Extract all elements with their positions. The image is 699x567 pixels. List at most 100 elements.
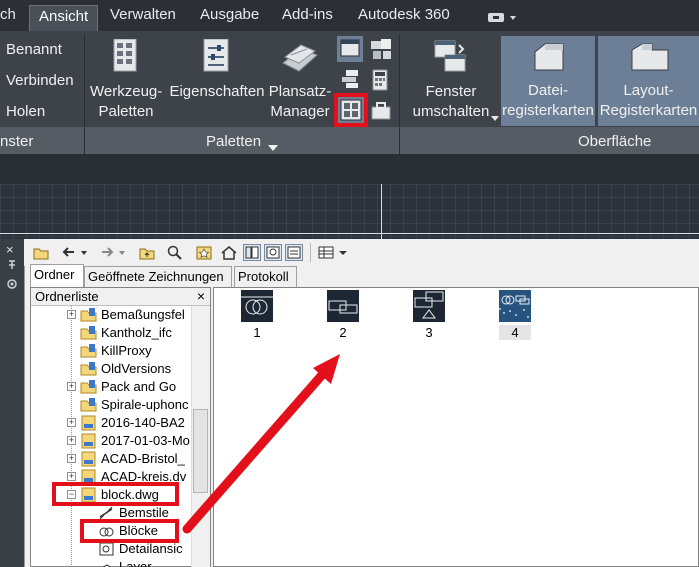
tree-item-label: Layer bbox=[119, 559, 152, 567]
folder-icon bbox=[80, 397, 97, 413]
tree-item-drawing[interactable]: + 2017-01-03-Mo bbox=[67, 432, 191, 450]
tab-autodesk-360[interactable]: Autodesk 360 bbox=[358, 6, 450, 23]
block-label: 2 bbox=[339, 325, 347, 340]
content-panel bbox=[213, 287, 699, 567]
panel-separator bbox=[84, 127, 85, 154]
plansatz-manager-label-2[interactable]: Manager bbox=[264, 102, 336, 122]
views-icon[interactable] bbox=[317, 244, 335, 261]
expand-toggle[interactable]: + bbox=[67, 454, 76, 463]
close-icon[interactable]: × bbox=[194, 288, 208, 305]
ribbon-bottom-strip bbox=[0, 154, 699, 184]
auto-hide-icon[interactable] bbox=[7, 258, 17, 276]
description-toggle-icon[interactable] bbox=[285, 244, 303, 261]
crosshair-cursor bbox=[381, 184, 382, 239]
block-thumbnail[interactable] bbox=[327, 290, 359, 322]
chevron-down-icon[interactable] bbox=[491, 109, 499, 127]
tree-item-label: Bemaßungsfel bbox=[101, 307, 185, 322]
paletten-panel-title[interactable]: Paletten bbox=[206, 133, 261, 150]
block-thumbnail[interactable] bbox=[413, 290, 445, 322]
command-line-icon[interactable] bbox=[337, 36, 363, 62]
load-icon[interactable] bbox=[32, 244, 50, 261]
expand-toggle[interactable]: + bbox=[67, 310, 76, 319]
tree-item-folder[interactable]: OldVersions bbox=[67, 360, 191, 378]
layout-registerkarten-label-2: Registerkarten bbox=[599, 102, 698, 119]
panel-separator bbox=[399, 127, 400, 154]
tab-partial[interactable]: ch bbox=[0, 6, 16, 23]
tree-item-folder[interactable]: + Bemaßungsfel bbox=[67, 306, 191, 324]
tree-item-label: Spirale-uphonc bbox=[101, 397, 189, 412]
designcenter-icon bbox=[338, 97, 364, 123]
tool-palettes-icon bbox=[112, 38, 138, 78]
markup-set-icon[interactable] bbox=[369, 37, 393, 66]
benannt-button[interactable]: Benannt bbox=[6, 40, 62, 60]
expand-toggle[interactable]: + bbox=[67, 418, 76, 427]
tab-ordner[interactable]: Ordner bbox=[30, 264, 84, 287]
properties-icon bbox=[203, 38, 231, 78]
toolbox-icon[interactable] bbox=[370, 101, 392, 126]
tree-item-folder[interactable]: + Pack and Go bbox=[67, 378, 191, 396]
chevron-down-icon[interactable] bbox=[79, 244, 89, 261]
block-thumbnail-selected[interactable] bbox=[499, 290, 531, 322]
tab-protokoll[interactable]: Protokoll bbox=[234, 266, 297, 287]
verbinden-button[interactable]: Verbinden bbox=[6, 71, 74, 91]
holen-button[interactable]: Holen bbox=[6, 102, 45, 122]
panel-separator bbox=[399, 34, 400, 126]
expand-toggle[interactable]: + bbox=[67, 472, 76, 481]
fenster-umschalten-label-1[interactable]: Fenster bbox=[405, 82, 497, 102]
oberflaeche-panel-title: Oberfläche bbox=[578, 133, 652, 150]
block-preview-icon bbox=[241, 296, 273, 315]
folder-icon bbox=[80, 307, 97, 323]
home-icon[interactable] bbox=[220, 244, 238, 261]
palette-title-strip[interactable]: × bbox=[0, 239, 24, 567]
tree-item-folder[interactable]: Kantholz_ifc bbox=[67, 324, 191, 342]
external-references-icon[interactable] bbox=[340, 68, 362, 95]
tree-item-drawing[interactable]: + ACAD-Bristol_ bbox=[67, 450, 191, 468]
up-folder-icon[interactable] bbox=[138, 244, 156, 261]
werkzeugpaletten-label-1[interactable]: Werkzeug- bbox=[90, 82, 162, 102]
tab-ausgabe[interactable]: Ausgabe bbox=[200, 6, 259, 23]
annotation-highlight-block-dwg bbox=[52, 482, 179, 506]
fenster-umschalten-label-2[interactable]: umschalten bbox=[405, 102, 497, 122]
tree-item-label: Pack and Go bbox=[101, 379, 177, 394]
tree-view-toggle-icon[interactable] bbox=[243, 244, 261, 261]
block-preview-icon bbox=[414, 291, 444, 319]
eigenschaften-button[interactable]: Eigenschaften bbox=[169, 82, 265, 102]
tree-item-label: Kantholz_ifc bbox=[101, 325, 172, 340]
panel-title-bar: nster Paletten Oberfläche bbox=[0, 127, 699, 154]
tab-verwalten[interactable]: Verwalten bbox=[110, 6, 176, 23]
werkzeugpaletten-label-2[interactable]: Paletten bbox=[90, 102, 162, 122]
block-label-selected: 4 bbox=[499, 325, 531, 340]
tree-item-drawing[interactable]: + 2016-140-BA2 bbox=[67, 414, 191, 432]
tab-ansicht[interactable]: Ansicht bbox=[29, 5, 99, 32]
scrollbar-thumb[interactable] bbox=[193, 409, 208, 493]
search-icon[interactable] bbox=[166, 244, 184, 261]
drawing-canvas[interactable] bbox=[0, 184, 699, 239]
back-icon[interactable] bbox=[60, 244, 78, 261]
tree-item-label: ACAD-Bristol_ bbox=[101, 451, 185, 466]
dwg-file-icon bbox=[80, 451, 97, 467]
plansatz-manager-label-1[interactable]: Plansatz- bbox=[264, 82, 336, 102]
expand-toggle[interactable]: + bbox=[67, 436, 76, 445]
ribbon-options-icon[interactable] bbox=[488, 11, 518, 23]
block-thumbnail[interactable] bbox=[241, 290, 273, 322]
tab-add-ins[interactable]: Add-ins bbox=[282, 6, 333, 23]
preview-toggle-icon[interactable] bbox=[264, 244, 282, 261]
tab-geoeffnete-zeichnungen[interactable]: Geöffnete Zeichnungen bbox=[84, 266, 232, 287]
close-icon[interactable]: × bbox=[6, 242, 14, 257]
designcenter-button[interactable] bbox=[334, 93, 368, 127]
properties-icon[interactable] bbox=[6, 277, 18, 295]
chevron-down-icon[interactable] bbox=[117, 244, 127, 261]
datei-registerkarten-button[interactable]: Datei- registerkarten bbox=[501, 36, 595, 126]
tree-item-folder[interactable]: Spirale-uphonc bbox=[67, 396, 191, 414]
tree-item-layers[interactable]: Layer bbox=[85, 558, 191, 567]
folder-list-header: Ordnerliste bbox=[31, 288, 210, 306]
chevron-down-icon[interactable] bbox=[337, 244, 349, 261]
expand-toggle[interactable]: + bbox=[67, 382, 76, 391]
quick-calc-icon[interactable] bbox=[370, 69, 390, 96]
block-label: 1 bbox=[253, 325, 261, 340]
folder-icon bbox=[80, 343, 97, 359]
layout-registerkarten-button[interactable]: Layout- Registerkarten bbox=[598, 36, 699, 126]
forward-icon[interactable] bbox=[98, 244, 116, 261]
tree-item-folder[interactable]: KillProxy bbox=[67, 342, 191, 360]
favorites-icon[interactable] bbox=[195, 244, 213, 261]
